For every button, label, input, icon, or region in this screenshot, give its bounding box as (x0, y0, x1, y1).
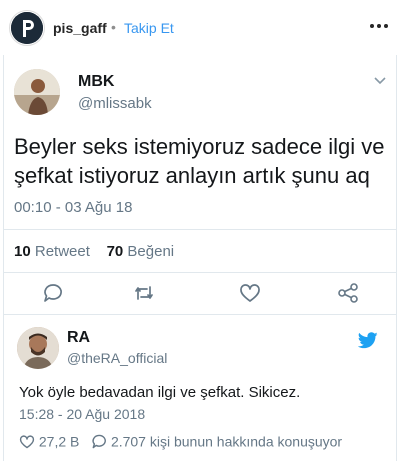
tweet-author-handle[interactable]: @mlissabk (78, 95, 152, 112)
heart-icon[interactable] (239, 282, 261, 304)
retweet-icon[interactable] (133, 282, 155, 304)
separator: • (111, 19, 116, 35)
reply-text: Yok öyle bedavadan ilgi ve şefkat. Sikic… (19, 384, 301, 401)
reply-conversation-count[interactable]: 2.707 kişi bunun hakkında konuşuyor (111, 433, 342, 449)
twitter-bird-icon[interactable] (358, 332, 378, 349)
retweet-count[interactable]: 10 (14, 243, 31, 260)
like-count[interactable]: 70 (107, 243, 124, 260)
avatar-photo-icon (14, 69, 60, 115)
follow-button[interactable]: Takip Et (124, 20, 174, 36)
reply-author-handle[interactable]: @theRA_official (67, 350, 167, 366)
like-label[interactable]: Beğeni (127, 243, 174, 260)
heart-icon[interactable] (19, 434, 35, 449)
reply-like-count[interactable]: 27,2 B (39, 433, 79, 449)
avatar-photo-icon (17, 327, 59, 369)
tweet-text: Beyler seks istemiyoruz sadece ilgi ve ş… (14, 134, 385, 188)
comment-icon[interactable] (91, 434, 107, 449)
avatar[interactable] (11, 12, 43, 44)
divider (4, 314, 396, 315)
tweet-author-name[interactable]: MBK (78, 73, 114, 91)
tweet-author-avatar[interactable] (14, 69, 60, 115)
reply-icon[interactable] (42, 282, 64, 304)
reply-stats: 27,2 B 2.707 kişi bunun hakkında konuşuy… (19, 432, 342, 452)
more-horizontal-icon[interactable] (368, 22, 390, 30)
retweet-label[interactable]: Retweet (35, 243, 90, 260)
divider (4, 229, 396, 230)
chevron-down-icon[interactable] (374, 77, 386, 85)
reply-author-name[interactable]: RA (67, 329, 90, 347)
pis-gaff-logo-icon (11, 12, 43, 44)
reply-author-avatar[interactable] (17, 327, 59, 369)
share-icon[interactable] (337, 282, 359, 304)
tweet-stats: 10 Retweet 70 Beğeni (14, 243, 174, 260)
username[interactable]: pis_gaff (53, 20, 107, 36)
divider (4, 272, 396, 273)
instagram-post-header: pis_gaff • Takip Et (0, 0, 400, 55)
reply-timestamp[interactable]: 15:28 - 20 Ağu 2018 (19, 406, 145, 422)
tweet-timestamp[interactable]: 00:10 - 03 Ağu 18 (14, 199, 132, 216)
